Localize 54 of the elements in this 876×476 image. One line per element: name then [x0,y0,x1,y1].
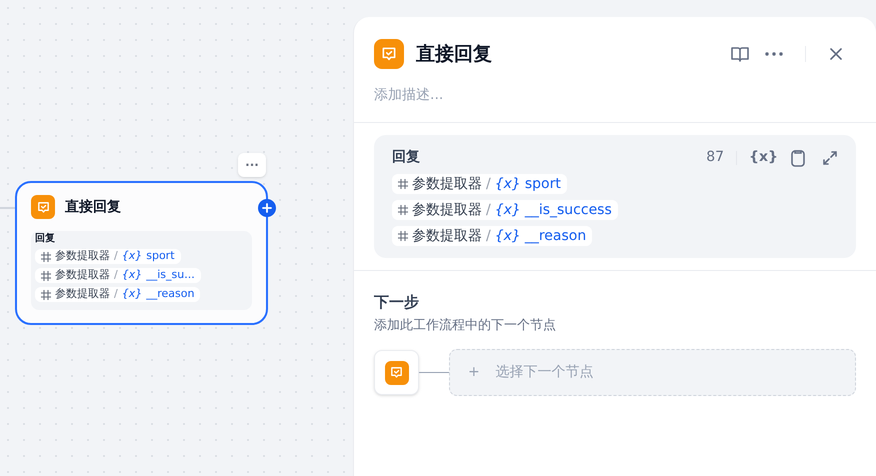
button-label: 选择下一个节点 [496,363,594,382]
field-label: 回复 [35,233,56,245]
expand-icon[interactable] [822,150,838,166]
grid-icon [398,205,408,215]
path-separator: / [114,248,118,264]
path-separator: / [486,200,491,220]
message-check-icon [389,365,404,380]
variable-name: __is_su... [146,267,195,284]
path-separator: / [114,286,118,302]
variable-marker: {x} [122,267,142,284]
insert-variable-button[interactable]: {x} [749,147,778,168]
variable-name: sport [146,248,175,264]
connector-line [0,207,15,209]
variable-name: __reason [146,286,194,302]
variable-name: sport [524,174,561,194]
panel-title: 直接回复 [416,42,493,67]
field-label: 回复 [392,148,421,167]
node-name: 参数提取器 [412,174,482,194]
path-separator: / [486,174,491,194]
node-title: 直接回复 [65,198,121,216]
book-icon[interactable] [730,44,750,64]
node-name: 参数提取器 [412,226,482,246]
node-name: 参数提取器 [55,248,110,264]
node-card[interactable]: 直接回复 回复 参数提取器 / {x} sport 参数提取器 / {x} __is_su... 参数提取器 / {x} __reason [15,181,268,325]
clipboard-icon[interactable] [790,148,806,166]
more-icon[interactable] [765,52,783,56]
description-field[interactable]: 添加描述... [374,85,856,106]
add-node-icon[interactable] [258,199,276,217]
message-check-icon [380,45,398,63]
plus-symbol: + [468,363,480,382]
variable-marker: {x} [494,200,521,220]
section-title: 下一步 [374,292,420,313]
variable-marker: {x} [494,226,521,246]
variable-name: __reason [524,226,586,246]
variable-marker: {x} [122,286,142,302]
more-button[interactable]: ··· [238,153,266,177]
character-count: 87 [706,148,724,167]
node-name: 参数提取器 [412,200,482,220]
node-name: 参数提取器 [55,286,110,302]
path-separator: / [114,267,118,284]
grid-icon [41,270,51,280]
path-separator: / [486,226,491,246]
section-description: 添加此工作流程中的下一个节点 [374,316,557,334]
variable-marker: {x} [122,248,142,264]
grid-icon [398,179,408,189]
grid-icon [41,290,51,300]
variable-name: __is_success [524,200,612,220]
close-icon[interactable] [830,48,842,60]
message-check-icon [36,200,50,214]
grid-icon [41,252,51,262]
node-name: 参数提取器 [55,267,110,284]
grid-icon [398,231,408,241]
connector-line [419,372,449,373]
variable-marker: {x} [494,174,521,194]
